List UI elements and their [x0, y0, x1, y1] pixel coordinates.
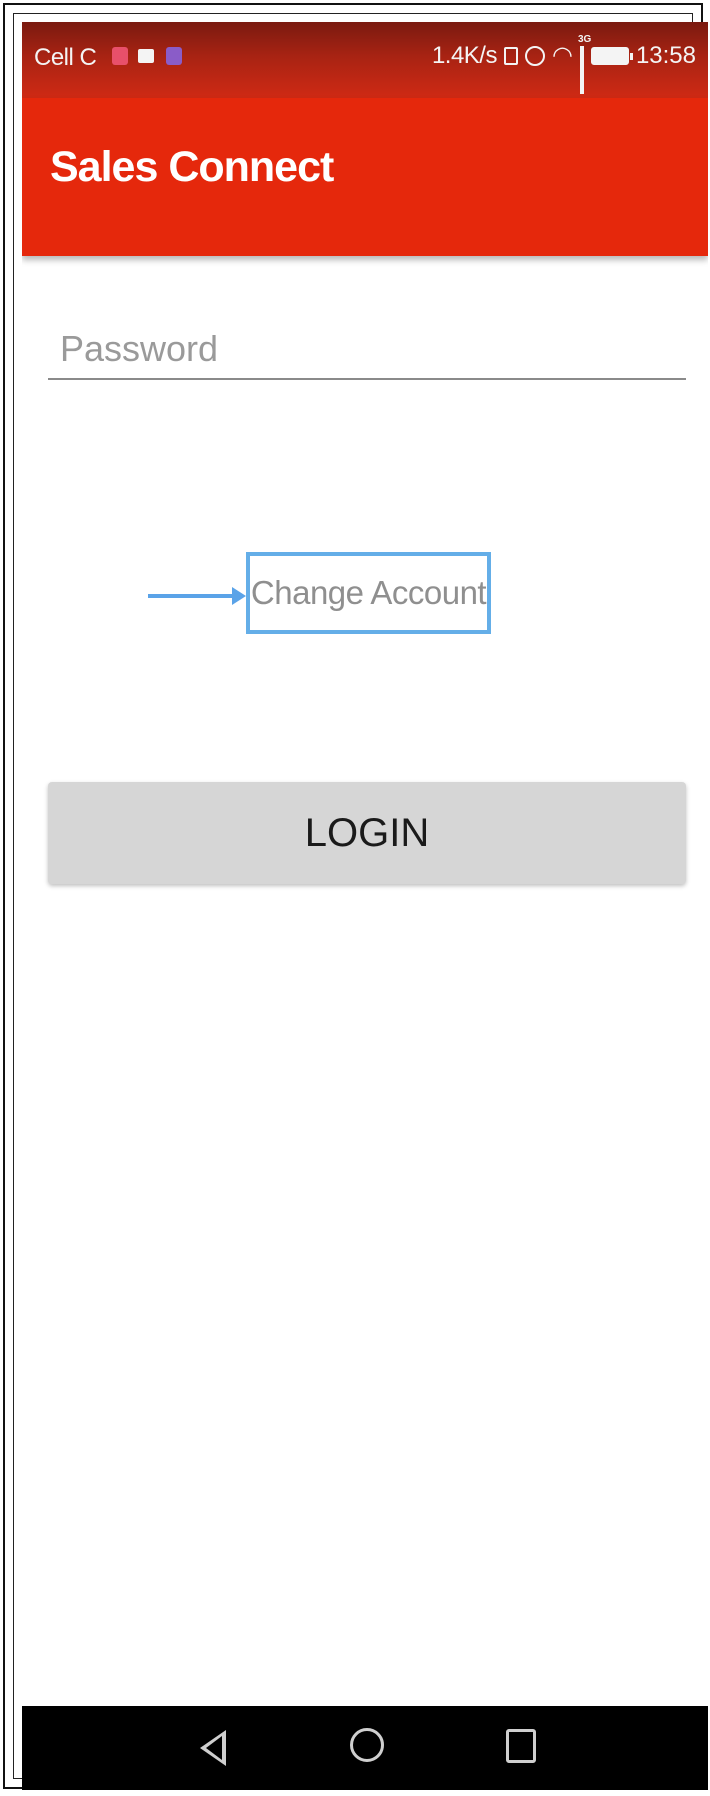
notification-icon	[112, 47, 128, 65]
app-title: Sales Connect	[50, 143, 334, 191]
login-button[interactable]: LOGIN	[48, 782, 686, 884]
vibrate-icon	[503, 47, 518, 65]
phone-screen: Cell C 1.4K/s ◠ 3G 13:58 Sales Connect C…	[22, 22, 708, 1790]
wifi-icon: ◠	[551, 42, 573, 69]
back-icon[interactable]	[200, 1730, 226, 1766]
change-account-label: Change Account	[250, 574, 487, 611]
home-icon[interactable]	[350, 1728, 384, 1762]
battery-icon	[590, 47, 633, 65]
mail-icon	[138, 49, 154, 63]
signal-icon: 3G	[578, 34, 591, 94]
status-bar: Cell C 1.4K/s ◠ 3G 13:58	[22, 22, 708, 98]
network-type-label: 3G	[577, 34, 592, 45]
recents-icon[interactable]	[506, 1729, 536, 1763]
password-input[interactable]	[48, 324, 686, 380]
alarm-icon	[524, 46, 545, 66]
change-account-link[interactable]: Change Account	[246, 552, 491, 634]
navigation-bar	[22, 1706, 708, 1790]
carrier-label: Cell C	[34, 44, 97, 71]
annotation-arrow-icon	[148, 587, 246, 605]
app-bar: Sales Connect	[22, 98, 708, 256]
network-speed: 1.4K/s	[431, 42, 498, 69]
status-indicators: 1.4K/s ◠ 3G 13:58	[431, 34, 696, 94]
clock: 13:58	[635, 42, 696, 69]
login-label: LOGIN	[304, 810, 430, 855]
app-icon	[166, 47, 182, 65]
